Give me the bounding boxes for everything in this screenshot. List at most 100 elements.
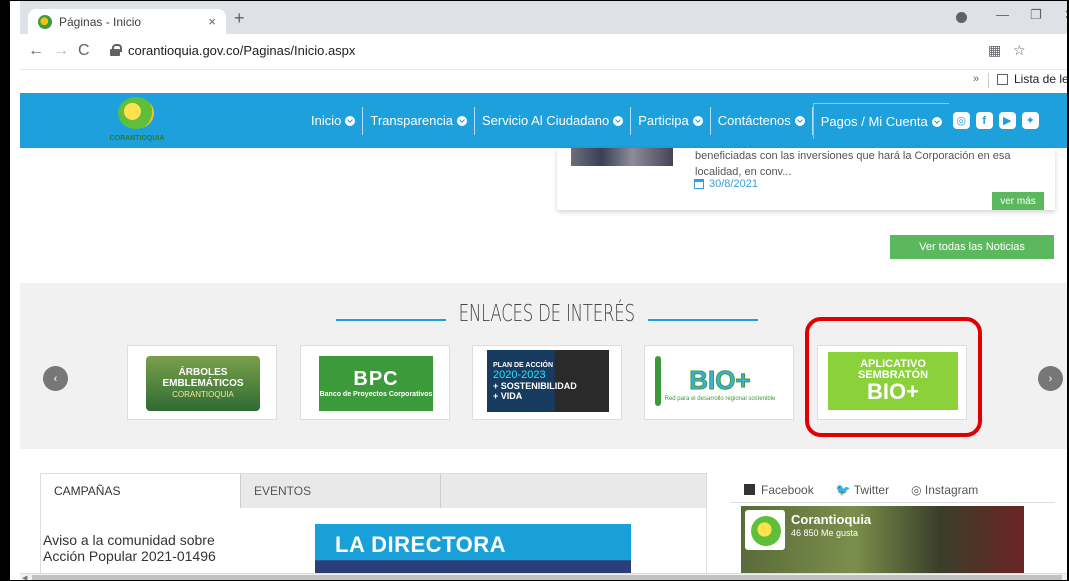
- browser-toolbar: ← → C corantioquia.gov.co/Paginas/Inicio…: [20, 34, 1067, 70]
- bookmarks-overflow-button[interactable]: »: [973, 73, 979, 85]
- read-more-button[interactable]: ver más: [992, 192, 1044, 210]
- nav-participa-label: Participa: [638, 113, 689, 128]
- tab-strip: Páginas - Inicio × + — ❐ ✕: [20, 1, 1067, 34]
- arboles-banner: ÁRBOLES EMBLEMÁTICOS CORANTIOQUIA: [146, 356, 260, 411]
- restore-icon[interactable]: ❐: [1030, 7, 1042, 23]
- nav-pagos-label: Pagos / Mi Cuenta: [820, 114, 928, 129]
- tab-campanas[interactable]: CAMPAÑAS: [41, 474, 241, 508]
- address-bar[interactable]: corantioquia.gov.co/Paginas/Inicio.aspx: [110, 39, 1046, 65]
- plan-title: PLAN DE ACCIÓN: [493, 361, 554, 369]
- nav-inicio-label: Inicio: [311, 113, 342, 128]
- link-card-bio-plus[interactable]: BIO+ Red para el desarrollo regional sos…: [644, 345, 794, 420]
- twitter-icon[interactable]: ✦: [1021, 112, 1039, 129]
- browser-tab[interactable]: Páginas - Inicio ×: [28, 9, 226, 34]
- chevron-down-icon: [345, 115, 356, 126]
- chevron-down-icon: [692, 115, 703, 126]
- translate-icon[interactable]: ▦: [988, 42, 1001, 59]
- news-excerpt: beneficiadas con las inversiones que har…: [695, 150, 1011, 178]
- new-tab-button[interactable]: +: [234, 9, 245, 27]
- link-card-bpc[interactable]: BPC Banco de Proyectos Corporativos: [300, 345, 450, 420]
- facebook-icon: [744, 484, 755, 495]
- reload-icon[interactable]: C: [78, 42, 90, 60]
- window-close-icon[interactable]: ✕: [1064, 7, 1067, 23]
- scroll-left-icon[interactable]: ◀: [22, 574, 27, 580]
- horizontal-scrollbar[interactable]: ◀ ▶: [20, 573, 1067, 580]
- instagram-icon[interactable]: ◎: [952, 112, 970, 129]
- facebook-icon[interactable]: f: [975, 112, 993, 129]
- browser-frame: Páginas - Inicio × + — ❐ ✕ ← → C coranti…: [0, 0, 1069, 581]
- news-thumbnail[interactable]: [571, 148, 673, 166]
- profile-icon[interactable]: [956, 12, 967, 23]
- reading-list-label: Lista de lectura: [1014, 72, 1069, 86]
- plan-years: 2020-2023: [493, 368, 546, 381]
- link-card-arboles-emblematicos[interactable]: ÁRBOLES EMBLEMÁTICOS CORANTIOQUIA: [127, 345, 277, 420]
- red-highlight-outline: [805, 317, 982, 437]
- carousel-prev-button[interactable]: ‹: [43, 366, 68, 391]
- tab-title: Páginas - Inicio: [59, 14, 142, 29]
- scrollbar-thumb[interactable]: [32, 575, 1062, 580]
- forward-icon[interactable]: →: [53, 42, 69, 60]
- calendar-icon: [694, 179, 704, 189]
- bio-banner: BIO+ Red para el desarrollo regional sos…: [663, 356, 777, 411]
- campaign-text-line1: Aviso a la comunidad sobre: [43, 532, 215, 548]
- news-date: 30/8/2021: [694, 178, 758, 190]
- tab-facebook[interactable]: Facebook: [744, 483, 814, 497]
- menu-icon[interactable]: ⋮: [1064, 42, 1067, 59]
- facebook-page-banner[interactable]: Corantioquia 46 850 Me gusta: [741, 506, 1024, 576]
- tab-instagram-label: Instagram: [924, 482, 979, 497]
- nav-servicio-label: Servicio Al Ciudadano: [481, 113, 610, 128]
- site-favicon-icon: [38, 14, 52, 29]
- chevron-down-icon: [613, 115, 624, 126]
- close-tab-icon[interactable]: ×: [208, 14, 216, 29]
- site-logo[interactable]: CORANTIOQUIA: [92, 95, 164, 147]
- bpc-subtitle: Banco de Proyectos Corporativos: [319, 391, 433, 398]
- logo-emblem-icon: [118, 97, 154, 129]
- bpc-title: BPC: [353, 368, 399, 390]
- carousel-next-button[interactable]: ›: [1038, 366, 1063, 391]
- plan-line4: + VIDA: [493, 390, 523, 401]
- logo-text: CORANTIOQUIA: [109, 135, 165, 142]
- campaigns-tabs: CAMPAÑAS EVENTOS: [41, 474, 706, 508]
- bookmark-star-icon[interactable]: ☆: [1013, 42, 1026, 59]
- title-divider-right: [648, 319, 758, 321]
- lock-icon: [110, 44, 122, 56]
- campaign-text-line2: Acción Popular 2021-01496: [43, 548, 216, 564]
- back-icon[interactable]: ←: [28, 42, 44, 60]
- plan-line3: + SOSTENIBILIDAD: [493, 380, 577, 391]
- all-news-button[interactable]: Ver todas las Noticias: [890, 235, 1054, 259]
- tab-facebook-label: Facebook: [761, 482, 814, 497]
- reading-list-button[interactable]: Lista de lectura: [997, 72, 1069, 86]
- browser-window: Páginas - Inicio × + — ❐ ✕ ← → C coranti…: [20, 1, 1069, 580]
- tab-twitter-label: Twitter: [853, 482, 890, 497]
- nav-pagos-mi-cuenta[interactable]: Pagos / Mi Cuenta: [812, 103, 949, 139]
- campaign-image-text: LA DIRECTORA: [335, 532, 506, 557]
- nav-participa[interactable]: Participa: [631, 106, 711, 135]
- nav-transparencia-label: Transparencia: [370, 113, 453, 128]
- minimize-icon[interactable]: —: [996, 7, 1009, 22]
- plan-accion-banner: PLAN DE ACCIÓN 2020-2023 + SOSTENIBILIDA…: [487, 350, 609, 412]
- nav-contactenos[interactable]: Contáctenos: [711, 106, 813, 135]
- nav-servicio-ciudadano[interactable]: Servicio Al Ciudadano: [475, 106, 632, 135]
- facebook-page-name[interactable]: Corantioquia: [791, 512, 871, 527]
- chevron-down-icon: [456, 115, 467, 126]
- youtube-icon[interactable]: ▶: [998, 112, 1016, 129]
- nav-transparencia[interactable]: Transparencia: [363, 106, 475, 135]
- bio-left-bar: [655, 356, 661, 406]
- nav-contactenos-label: Contáctenos: [717, 113, 791, 128]
- nav-inicio[interactable]: Inicio: [304, 106, 364, 135]
- tab-twitter[interactable]: 🐦 Twitter: [836, 483, 889, 497]
- news-date-text: 30/8/2021: [709, 178, 758, 190]
- facebook-likes: 46 850 Me gusta: [791, 528, 859, 538]
- bio-caption: Red para el desarrollo regional sostenib…: [664, 396, 776, 402]
- reading-list-icon: [997, 73, 1008, 85]
- arboles-line2: EMBLEMÁTICOS: [162, 378, 244, 389]
- tab-instagram[interactable]: ◎ Instagram: [911, 483, 978, 497]
- campaign-text[interactable]: Aviso a la comunidad sobre Acción Popula…: [43, 532, 216, 564]
- tab-eventos[interactable]: EVENTOS: [241, 474, 441, 508]
- link-card-plan-de-accion[interactable]: PLAN DE ACCIÓN 2020-2023 + SOSTENIBILIDA…: [472, 345, 622, 420]
- main-menu: Inicio Transparencia Servicio Al Ciudada…: [304, 93, 1039, 148]
- bookmarks-bar: » Lista de lectura: [20, 70, 1069, 92]
- bookmarks-separator: [988, 73, 989, 88]
- news-card: beneficiadas con las inversiones que har…: [557, 148, 1055, 210]
- links-of-interest-section: ENLACES DE INTERÉS ‹ › ÁRBOLES EMBLEMÁTI…: [20, 283, 1067, 449]
